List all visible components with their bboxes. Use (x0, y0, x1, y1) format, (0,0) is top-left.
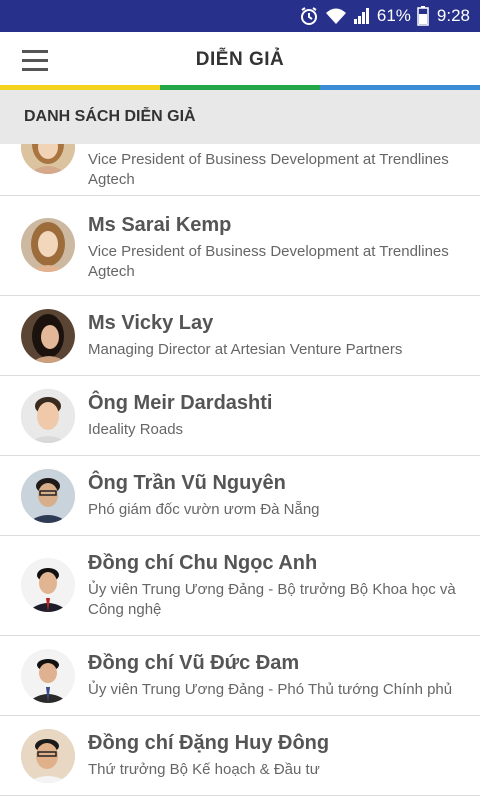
hamburger-menu-icon[interactable] (14, 44, 54, 76)
alarm-icon (299, 6, 319, 26)
battery-icon (417, 6, 429, 26)
speaker-row[interactable]: Ông Meir Dardashti Ideality Roads (0, 376, 480, 456)
speaker-role: Ủy viên Trung Ương Đảng - Phó Thủ tướng … (88, 681, 453, 698)
speaker-name: Ms Sarai Kemp (88, 214, 232, 236)
avatar (21, 649, 75, 703)
speaker-role: Managing Director at Artesian Venture Pa… (88, 341, 403, 358)
speaker-name: Đồng chí Chu Ngọc Anh (88, 552, 318, 574)
signal-icon (353, 7, 371, 25)
speaker-role: Vice President of Business Development a… (88, 151, 449, 188)
speaker-row[interactable]: Đồng chí Vũ Đức Đam Ủy viên Trung Ương Đ… (0, 636, 480, 716)
speaker-role: Thứ trưởng Bộ Kế hoạch & Đầu tư (88, 761, 320, 778)
avatar (21, 469, 75, 523)
avatar (21, 144, 75, 174)
speaker-role: Phó giám đốc vườn ươm Đà Nẵng (88, 501, 320, 518)
speaker-role: Ideality Roads (88, 421, 184, 438)
app-bar: DIỄN GIẢ (0, 32, 480, 88)
avatar (21, 558, 75, 612)
wifi-icon (325, 7, 347, 25)
speaker-row[interactable]: Ông Trần Vũ Nguyên Phó giám đốc vườn ươm… (0, 456, 480, 536)
battery-percent: 61% (376, 6, 411, 25)
clock-time: 9:28 (436, 6, 470, 25)
avatar (21, 309, 75, 363)
speaker-name: Ms Vicky Lay (88, 312, 214, 334)
speaker-name: Đồng chí Vũ Đức Đam (88, 652, 300, 674)
speaker-name: Ông Meir Dardashti (88, 392, 273, 414)
page-title: DIỄN GIẢ (195, 49, 285, 70)
speaker-row[interactable]: Ms Sarai Kemp Vice President of Business… (0, 196, 480, 296)
speaker-list[interactable]: Vice President of Business Development a… (0, 144, 480, 797)
speaker-name: Ông Trần Vũ Nguyên (88, 472, 286, 494)
speaker-row[interactable]: Ms Vicky Lay Managing Director at Artesi… (0, 296, 480, 376)
avatar (21, 729, 75, 783)
speaker-row[interactable]: Vice President of Business Development a… (0, 144, 480, 196)
speaker-name: Đồng chí Đặng Huy Đông (88, 732, 330, 754)
speaker-role: Vice President of Business Development a… (88, 243, 449, 280)
status-bar: 61% 9:28 (0, 0, 480, 32)
speaker-role: Ủy viên Trung Ương Đảng - Bộ trưởng Bộ K… (88, 581, 456, 618)
speaker-row[interactable]: Đồng chí Đặng Huy Đông Thứ trưởng Bộ Kế … (0, 716, 480, 796)
avatar (21, 218, 75, 272)
avatar (21, 389, 75, 443)
section-header: DANH SÁCH DIỄN GIẢ (0, 90, 480, 144)
speaker-row[interactable]: Đồng chí Chu Ngọc Anh Ủy viên Trung Ương… (0, 536, 480, 636)
